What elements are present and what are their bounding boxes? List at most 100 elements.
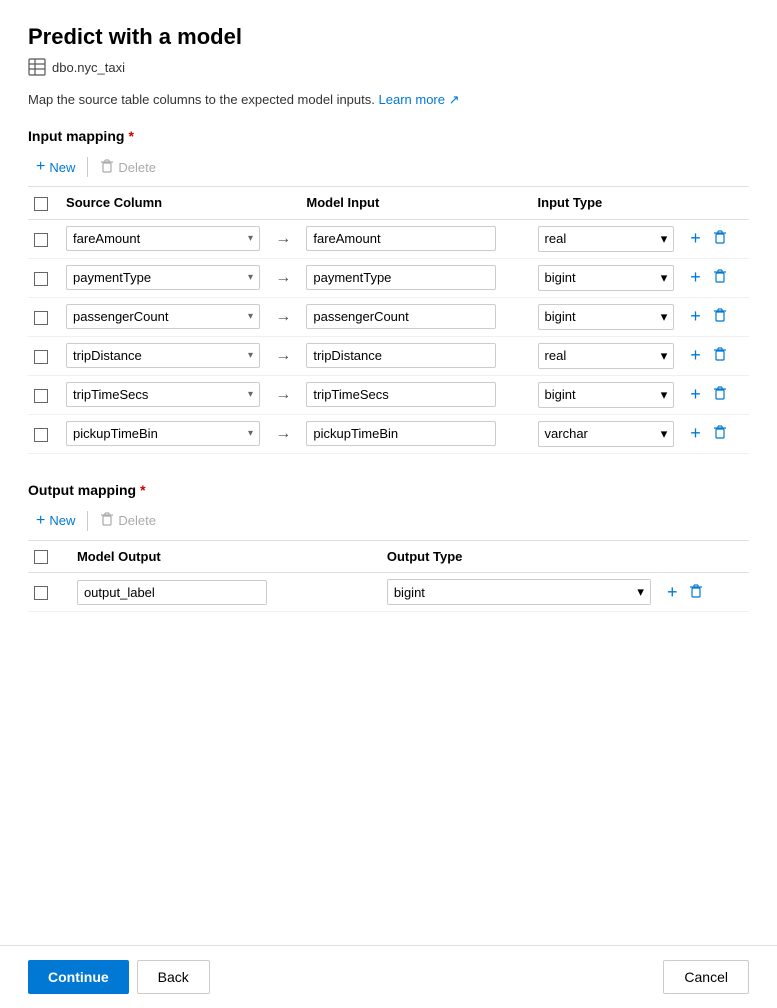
add-row-button[interactable]: + xyxy=(686,304,705,329)
arrow-cell: → xyxy=(266,375,300,414)
source-column-dropdown[interactable]: paymentType ▾ xyxy=(66,265,260,290)
input-table-row: fareAmount ▾ → real ▾ + xyxy=(28,219,749,258)
source-column-dropdown[interactable]: fareAmount ▾ xyxy=(66,226,260,251)
output-add-row-button[interactable]: + xyxy=(663,580,682,605)
input-type-cell: bigint ▾ xyxy=(532,375,681,414)
add-row-button[interactable]: + xyxy=(686,421,705,446)
add-row-button[interactable]: + xyxy=(686,343,705,368)
output-type-cell: bigint ▾ xyxy=(381,573,657,612)
input-mapping-table: Source Column Model Input Input Type far… xyxy=(28,187,749,454)
input-type-cell: varchar ▾ xyxy=(532,414,681,453)
model-input-field[interactable] xyxy=(306,382,496,407)
chevron-down-icon: ▾ xyxy=(248,428,253,439)
continue-button[interactable]: Continue xyxy=(28,960,129,994)
row-checkbox[interactable] xyxy=(34,389,48,403)
learn-more-link[interactable]: Learn more ↗ xyxy=(379,92,460,107)
source-column-value: paymentType xyxy=(73,270,151,285)
input-type-dropdown[interactable]: bigint ▾ xyxy=(538,382,675,408)
output-mapping-table: Model Output Output Type bigint ▾ + xyxy=(28,541,749,613)
output-required-indicator: * xyxy=(140,482,145,498)
model-input-field[interactable] xyxy=(306,226,496,251)
header-source-column: Source Column xyxy=(60,187,266,219)
source-column-cell: passengerCount ▾ xyxy=(60,297,266,336)
row-checkbox[interactable] xyxy=(34,311,48,325)
model-input-cell xyxy=(300,297,531,336)
type-chevron-icon: ▾ xyxy=(661,426,668,442)
input-mapping-section: Input mapping * + New xyxy=(28,128,749,454)
input-new-button[interactable]: + New xyxy=(28,154,83,180)
input-type-cell: bigint ▾ xyxy=(532,258,681,297)
input-type-value: real xyxy=(545,348,567,363)
delete-row-button[interactable] xyxy=(709,423,731,441)
source-column-dropdown[interactable]: tripDistance ▾ xyxy=(66,343,260,368)
output-type-chevron-icon: ▾ xyxy=(637,584,644,600)
input-mapping-toolbar: + New Delete xyxy=(28,154,749,187)
input-type-cell: real ▾ xyxy=(532,336,681,375)
output-table-header-row: Model Output Output Type xyxy=(28,541,749,573)
model-input-field[interactable] xyxy=(306,343,496,368)
add-row-button[interactable]: + xyxy=(686,382,705,407)
type-chevron-icon: ▾ xyxy=(661,387,668,403)
row-checkbox[interactable] xyxy=(34,233,48,247)
row-checkbox[interactable] xyxy=(34,428,48,442)
input-type-dropdown[interactable]: real ▾ xyxy=(538,343,675,369)
add-row-button[interactable]: + xyxy=(686,226,705,251)
output-delete-row-button[interactable] xyxy=(685,582,707,600)
input-mapping-title: Input mapping * xyxy=(28,128,749,144)
table-icon xyxy=(28,58,46,76)
output-new-button[interactable]: + New xyxy=(28,508,83,534)
type-chevron-icon: ▾ xyxy=(661,270,668,286)
header-output-type: Output Type xyxy=(381,541,657,573)
back-button[interactable]: Back xyxy=(137,960,210,994)
source-column-dropdown[interactable]: pickupTimeBin ▾ xyxy=(66,421,260,446)
row-checkbox-cell xyxy=(28,297,60,336)
input-type-dropdown[interactable]: bigint ▾ xyxy=(538,265,675,291)
model-input-field[interactable] xyxy=(306,421,496,446)
input-type-dropdown[interactable]: real ▾ xyxy=(538,226,675,252)
output-row-checkbox[interactable] xyxy=(34,586,48,600)
row-actions-cell: + xyxy=(680,258,749,297)
model-output-field[interactable] xyxy=(77,580,267,605)
delete-row-button[interactable] xyxy=(709,267,731,285)
delete-row-button[interactable] xyxy=(709,384,731,402)
row-checkbox-cell xyxy=(28,336,60,375)
plus-icon: + xyxy=(36,158,45,176)
input-table-row: passengerCount ▾ → bigint ▾ + xyxy=(28,297,749,336)
delete-row-button[interactable] xyxy=(709,345,731,363)
model-output-cell xyxy=(71,573,381,612)
output-header-checkbox[interactable] xyxy=(34,550,48,564)
delete-row-button[interactable] xyxy=(709,228,731,246)
input-type-dropdown[interactable]: varchar ▾ xyxy=(538,421,675,447)
output-table-row: bigint ▾ + xyxy=(28,573,749,612)
row-actions-cell: + xyxy=(680,297,749,336)
table-reference: dbo.nyc_taxi xyxy=(28,58,749,76)
output-delete-button[interactable]: Delete xyxy=(92,508,164,533)
chevron-down-icon: ▾ xyxy=(248,311,253,322)
type-chevron-icon: ▾ xyxy=(661,309,668,325)
input-delete-button[interactable]: Delete xyxy=(92,155,164,180)
source-column-dropdown[interactable]: passengerCount ▾ xyxy=(66,304,260,329)
row-actions-cell: + xyxy=(680,336,749,375)
row-actions-cell: + xyxy=(680,375,749,414)
add-row-button[interactable]: + xyxy=(686,265,705,290)
model-input-field[interactable] xyxy=(306,265,496,290)
source-column-dropdown[interactable]: tripTimeSecs ▾ xyxy=(66,382,260,407)
type-chevron-icon: ▾ xyxy=(661,348,668,364)
delete-row-button[interactable] xyxy=(709,306,731,324)
output-type-dropdown[interactable]: bigint ▾ xyxy=(387,579,651,605)
output-mapping-toolbar: + New Delete xyxy=(28,508,749,541)
row-checkbox[interactable] xyxy=(34,350,48,364)
row-checkbox-cell xyxy=(28,414,60,453)
cancel-button[interactable]: Cancel xyxy=(663,960,749,994)
source-column-value: passengerCount xyxy=(73,309,168,324)
input-type-value: bigint xyxy=(545,270,576,285)
model-input-cell xyxy=(300,219,531,258)
header-checkbox[interactable] xyxy=(34,197,48,211)
source-column-cell: pickupTimeBin ▾ xyxy=(60,414,266,453)
model-input-field[interactable] xyxy=(306,304,496,329)
source-column-cell: tripTimeSecs ▾ xyxy=(60,375,266,414)
input-type-dropdown[interactable]: bigint ▾ xyxy=(538,304,675,330)
source-column-cell: fareAmount ▾ xyxy=(60,219,266,258)
description-text: Map the source table columns to the expe… xyxy=(28,92,749,108)
row-checkbox[interactable] xyxy=(34,272,48,286)
